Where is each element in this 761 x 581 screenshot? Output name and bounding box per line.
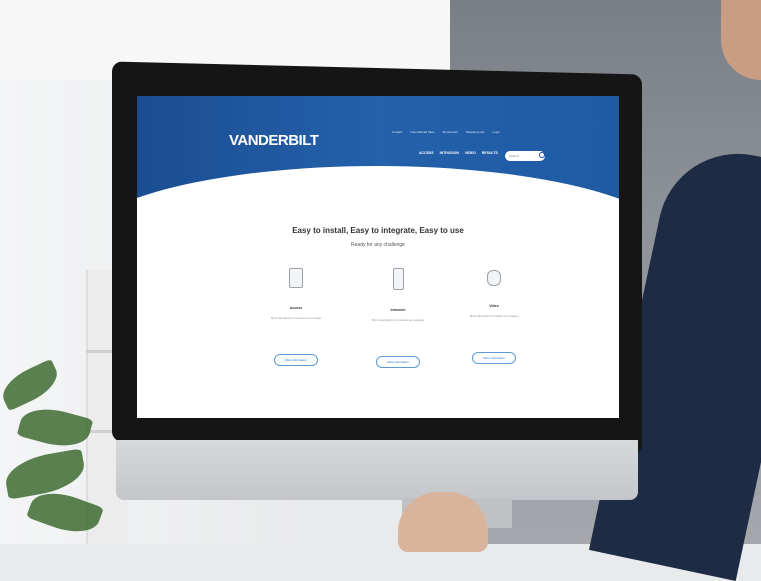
column-desc: Short description for Video as a snippet (469, 314, 519, 318)
top-link-contact[interactable]: Contact (392, 130, 402, 134)
page-headline: Easy to install, Easy to integrate, Easy… (292, 226, 464, 235)
column-intrusion: Intrusion Short description for Intrusio… (343, 268, 453, 368)
column-title: Access (289, 306, 303, 310)
top-link-account[interactable]: My Account (442, 130, 458, 134)
nav-intrusion[interactable]: INTRUSION (440, 151, 459, 155)
page-subheadline: Ready for any challenge (351, 242, 405, 248)
top-link-login[interactable]: Login (492, 130, 499, 134)
top-link-international[interactable]: International Sites (410, 130, 434, 134)
monitor-screen: VANDERBILT Contact International Sites M… (137, 96, 619, 418)
vanderbilt-logo[interactable]: VANDERBILT (229, 132, 319, 149)
more-info-button[interactable]: More Information (376, 356, 420, 368)
search-icon[interactable] (539, 152, 545, 158)
camera-icon (487, 270, 501, 286)
nav-results[interactable]: RESULTS (482, 151, 498, 155)
main-nav: ACCESS INTRUSION VIDEO RESULTS (419, 151, 498, 155)
column-desc: Short description for Access as a snippe… (270, 316, 322, 320)
column-title: Video (489, 304, 499, 308)
column-access: Access Short description for Access as a… (241, 268, 351, 366)
phone-device-icon (392, 268, 404, 290)
more-info-button[interactable]: More Information (472, 352, 516, 364)
column-title: Intrusion (390, 308, 406, 312)
access-panel-icon (289, 268, 303, 288)
column-video: Video Short description for Video as a s… (439, 268, 549, 364)
nav-access[interactable]: ACCESS (419, 151, 434, 155)
monitor-chin (116, 440, 638, 500)
top-links: Contact International Sites My Account S… (392, 130, 500, 134)
more-info-button[interactable]: More Information (274, 354, 318, 366)
top-link-cart[interactable]: Shopping cart (466, 130, 485, 134)
nav-video[interactable]: VIDEO (465, 151, 476, 155)
column-desc: Short description for Intrusion as a sni… (371, 318, 425, 322)
site-header: VANDERBILT Contact International Sites M… (137, 96, 619, 246)
